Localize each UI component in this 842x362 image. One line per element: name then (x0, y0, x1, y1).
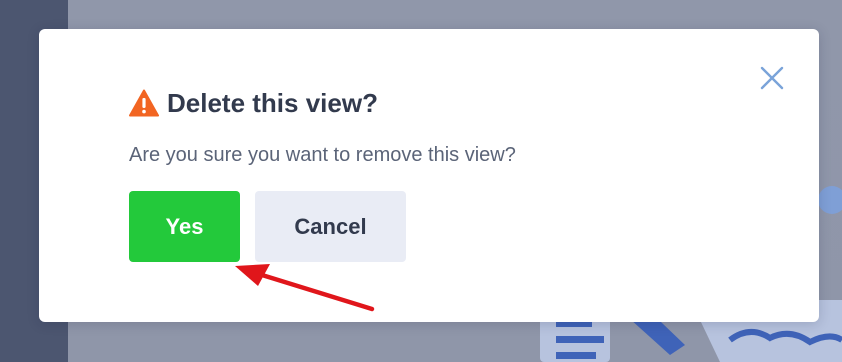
cancel-button[interactable]: Cancel (255, 191, 406, 262)
close-icon (760, 66, 784, 90)
delete-view-dialog: Delete this view? Are you sure you want … (39, 29, 819, 322)
dialog-title: Delete this view? (167, 87, 378, 118)
yes-button[interactable]: Yes (129, 191, 240, 262)
dialog-header: Delete this view? (129, 87, 378, 119)
close-button[interactable] (759, 65, 785, 91)
warning-icon (129, 89, 159, 117)
dialog-message: Are you sure you want to remove this vie… (129, 144, 516, 166)
